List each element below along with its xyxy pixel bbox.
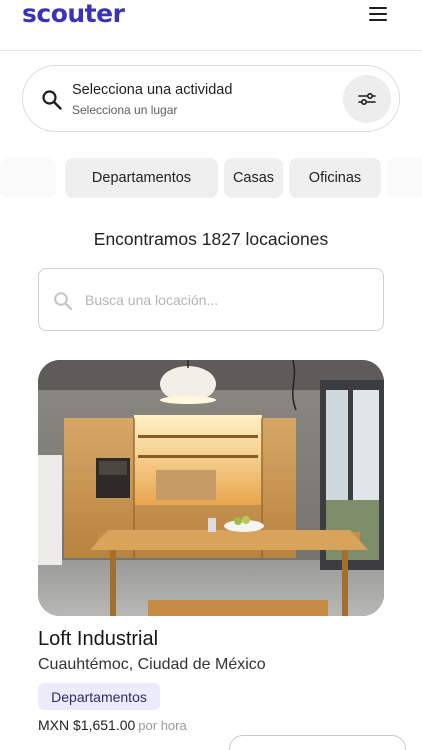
listing-price: MXN $1,651.00 por hora [38,717,187,733]
price-unit: por hora [138,718,187,733]
scouter-logo[interactable]: scouter [22,0,125,28]
listing-title[interactable]: Loft Industrial [38,628,158,651]
menu-line [369,19,387,21]
listing-location: Cuauhtémoc, Ciudad de México [38,656,266,673]
chip-placeholder [0,158,56,198]
results-count: Encontramos 1827 locaciones [93,229,329,249]
search-icon [54,292,73,311]
filter-button[interactable] [343,75,391,123]
activity-search-card[interactable]: Selecciona una actividad Selecciona un l… [22,65,400,132]
search-icon [42,90,62,110]
listing-photo[interactable] [38,360,384,616]
sliders-icon [358,92,376,106]
price-amount: MXN $1,651.00 [38,717,136,733]
menu-line [369,7,387,9]
floating-action-button[interactable] [229,735,406,750]
location-search-box[interactable] [38,268,384,331]
menu-line [369,13,387,15]
chip-placeholder [387,158,422,198]
chip-oficinas[interactable]: Oficinas [289,158,381,198]
hamburger-menu-icon[interactable] [362,2,394,26]
place-label: Selecciona un lugar [72,103,178,117]
chip-casas[interactable]: Casas [224,158,283,198]
category-chips: Departamentos Casas Oficinas [0,158,422,198]
chip-departamentos[interactable]: Departamentos [65,158,218,198]
activity-label: Selecciona una actividad [72,82,233,98]
top-header: scouter [0,0,422,51]
kitchen-photo-illustration [38,360,384,616]
listing-category-badge: Departamentos [38,683,160,710]
location-search-input[interactable] [85,285,365,315]
